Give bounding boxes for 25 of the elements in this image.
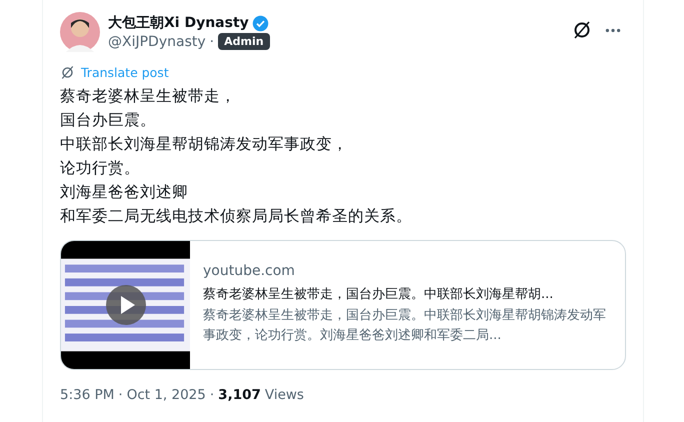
link-domain: youtube.com [203,263,296,279]
separator: · [118,387,123,403]
post-text: 蔡奇老婆林呈生被带走， [60,86,237,107]
post-text: 国台办巨震。 [60,110,157,131]
slashed-circle-icon[interactable] [572,20,592,40]
slashed-circle-icon [60,65,75,80]
link-description: 蔡奇老婆林呈生被带走，国台办巨震。中联部长刘海星帮胡锦涛发动军事政变，论功行赏。刘海星爸爸刘述卿和军委二局... [203,307,607,345]
views-count: 3,107 [218,387,261,403]
post-date[interactable]: Oct 1, 2025 [126,387,206,403]
post-text: 和军委二局无线电技术侦察局局长曾希圣的关系。 [60,206,413,227]
more-icon[interactable] [605,28,621,32]
admin-label: Admin [218,33,270,50]
link-title: 蔡奇老婆林呈生被带走，国台办巨震。中联部长刘海星帮胡... [203,286,554,303]
separator: · [210,34,214,50]
post-time[interactable]: 5:36 PM [60,387,114,403]
separator: · [210,387,214,403]
author-name[interactable]: 大包王朝Xi Dynasty [108,14,249,32]
post-text: 中联部长刘海星帮胡锦涛发动军事政变， [60,134,349,155]
link-card[interactable]: youtube.com 蔡奇老婆林呈生被带走，国台办巨震。中联部长刘海星帮胡... 蔡奇老婆林呈生被带走，国台办巨震。中联部长刘海星帮胡锦涛发动军事政变，论功行赏。刘海星爸爸刘述卿和军委二局... [60,240,626,370]
avatar[interactable] [60,12,100,52]
play-button[interactable] [106,285,146,325]
post-text: 刘海星爸爸刘述卿 [60,182,189,203]
views-label: Views [264,387,304,403]
post-text: 论功行赏。 [60,158,141,179]
author-handle[interactable]: @XiJPDynasty [108,34,206,50]
